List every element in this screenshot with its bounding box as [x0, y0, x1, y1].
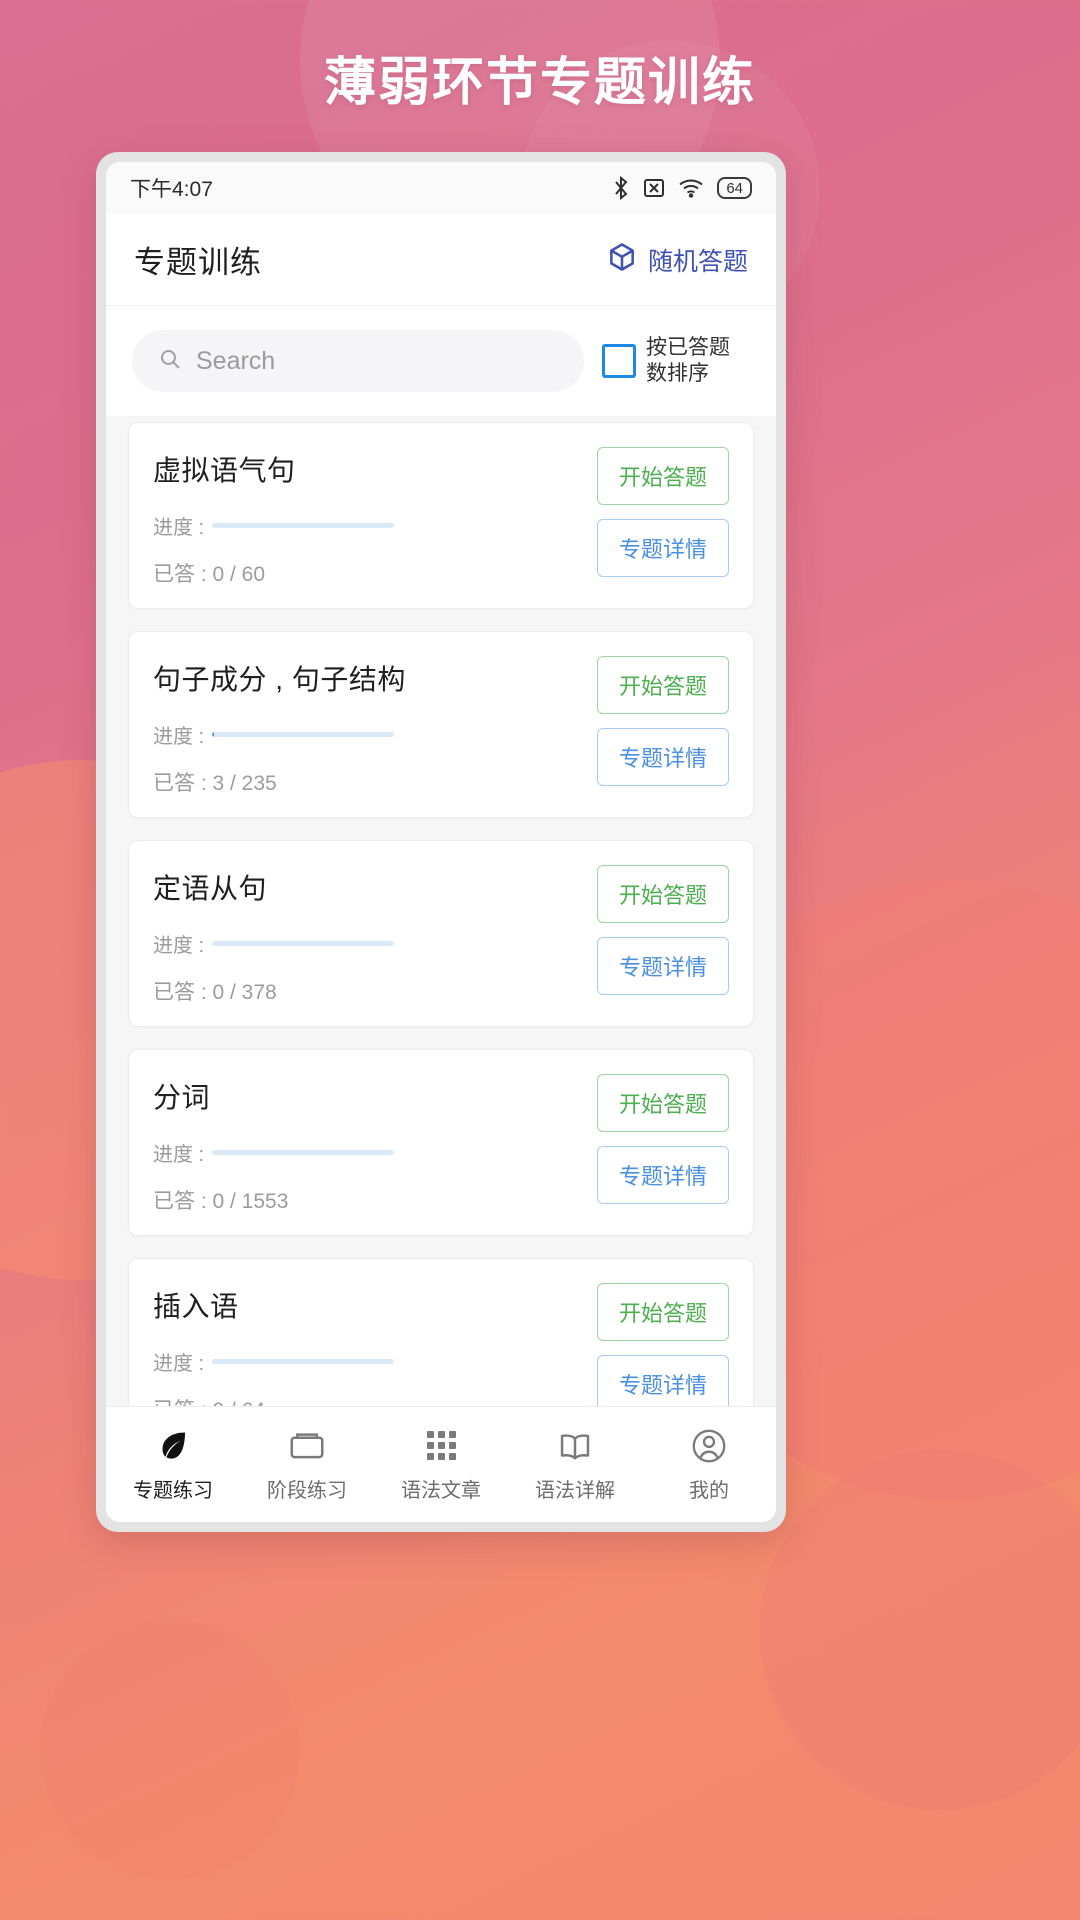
topic-answered-count: 已答 : 3 / 235 — [153, 772, 277, 795]
nav-item-语法文章[interactable]: 语法文章 — [374, 1427, 508, 1503]
topic-list[interactable]: 虚拟语气句 进度 : 已答 : 0 / 60 开始答题 专题详情 句子成分 , 句子结构进… — [106, 416, 776, 1406]
nav-item-语法详解[interactable]: 语法详解 — [508, 1427, 642, 1503]
progress-label: 进度 : — [153, 517, 205, 539]
start-quiz-button[interactable]: 开始答题 — [597, 1283, 729, 1341]
topic-title: 分词 — [153, 1082, 211, 1113]
topic-card[interactable]: 句子成分 , 句子结构进度 : 已答 : 3 / 235 开始答题专题详情 — [128, 631, 754, 818]
topic-card-actions: 开始答题 专题详情 — [597, 654, 729, 786]
search-input[interactable]: Search — [132, 330, 584, 392]
banner-title: 薄弱环节专题训练 — [323, 54, 756, 112]
topic-card[interactable]: 分词进度 : 已答 : 0 / 1553 开始答题专题详情 — [128, 1049, 754, 1236]
progress-bar — [212, 523, 395, 528]
start-quiz-button[interactable]: 开始答题 — [597, 1074, 729, 1132]
topic-answered-count: 已答 : 0 / 64 — [153, 1394, 597, 1406]
topic-card[interactable]: 虚拟语气句进度 : 已答 : 0 / 60 开始答题专题详情 — [128, 422, 754, 609]
book-icon — [557, 1427, 593, 1465]
topic-answered-count: 已答 : 0 / 60 — [153, 563, 266, 586]
nav-item-我的[interactable]: 我的 — [642, 1427, 776, 1503]
status-icon-group: 64 — [612, 176, 752, 200]
page-title: 专题训练 — [134, 245, 262, 280]
search-icon — [158, 347, 182, 376]
topic-card-actions: 开始答题 专题详情 — [597, 445, 729, 577]
topic-detail-button[interactable]: 专题详情 — [597, 1146, 729, 1204]
phone-frame: 下午4:07 64 专题训练 随机答题 Search 按已答题数排序 虚拟语气句… — [96, 152, 786, 1532]
topic-answered-count: 已答 : 0 / 1553 — [153, 1190, 289, 1213]
topic-card-actions: 开始答题 专题详情 — [597, 863, 729, 995]
grid-dots — [426, 1431, 456, 1460]
topic-progress-row: 进度 : — [153, 1347, 597, 1376]
topic-title: 插入语 — [153, 1291, 239, 1322]
nav-label: 阶段练习 — [267, 1479, 347, 1502]
grid-icon — [426, 1427, 456, 1465]
topic-detail-button[interactable]: 专题详情 — [597, 728, 729, 786]
topic-progress-row: 进度 : — [153, 720, 597, 749]
progress-label: 进度 : — [153, 935, 205, 957]
app-header: 专题训练 随机答题 — [106, 214, 776, 306]
topic-card-main: 定语从句进度 : 已答 : 0 / 378 — [153, 863, 597, 1006]
progress-label: 进度 : — [153, 1144, 205, 1166]
wifi-icon — [678, 178, 704, 198]
nav-label: 语法详解 — [535, 1479, 615, 1502]
nav-label: 专题练习 — [133, 1479, 213, 1502]
topic-detail-button[interactable]: 专题详情 — [597, 519, 729, 577]
cards-icon — [289, 1427, 325, 1465]
status-time: 下午4:07 — [130, 178, 213, 201]
status-bar: 下午4:07 64 — [106, 162, 776, 214]
sort-by-answered-toggle[interactable]: 按已答题数排序 — [602, 335, 750, 386]
sort-checkbox[interactable] — [602, 344, 636, 378]
topic-card-main: 虚拟语气句进度 : 已答 : 0 / 60 — [153, 445, 597, 588]
topic-card-actions: 开始答题 专题详情 — [597, 1281, 729, 1406]
nav-item-阶段练习[interactable]: 阶段练习 — [240, 1427, 374, 1503]
start-quiz-button[interactable]: 开始答题 — [597, 656, 729, 714]
progress-label: 进度 : — [153, 726, 205, 748]
progress-bar — [212, 732, 395, 737]
topic-progress-row: 进度 : — [153, 929, 597, 958]
bottom-navigation: 专题练习 阶段练习 语法文章 语法详解 我的 — [106, 1406, 776, 1522]
start-quiz-button[interactable]: 开始答题 — [597, 447, 729, 505]
topic-card-main: 插入语进度 : 已答 : 0 / 64 — [153, 1281, 597, 1406]
start-quiz-button[interactable]: 开始答题 — [597, 865, 729, 923]
nav-label: 语法文章 — [401, 1479, 481, 1502]
topic-detail-button[interactable]: 专题详情 — [597, 1355, 729, 1406]
progress-bar — [212, 1150, 395, 1155]
progress-bar — [212, 941, 395, 946]
topic-card[interactable]: 插入语进度 :已答 : 0 / 64开始答题专题详情 — [128, 1258, 754, 1406]
topic-card-actions: 开始答题 专题详情 — [597, 1072, 729, 1204]
topic-card-main: 分词进度 : 已答 : 0 / 1553 — [153, 1072, 597, 1215]
nav-item-专题练习[interactable]: 专题练习 — [106, 1427, 240, 1503]
leaf-icon — [155, 1427, 191, 1465]
progress-fill — [212, 732, 215, 737]
cube-icon — [606, 241, 638, 278]
topic-progress-row: 进度 : — [153, 511, 597, 540]
search-row: Search 按已答题数排序 — [106, 306, 776, 416]
phone-screen: 下午4:07 64 专题训练 随机答题 Search 按已答题数排序 虚拟语气句… — [106, 162, 776, 1522]
topic-card-main: 句子成分 , 句子结构进度 : 已答 : 3 / 235 — [153, 654, 597, 797]
search-placeholder: Search — [196, 346, 276, 375]
decor-blob-5 — [760, 1450, 1080, 1810]
random-quiz-label: 随机答题 — [647, 247, 748, 276]
nav-label: 我的 — [689, 1479, 729, 1502]
topic-title: 虚拟语气句 — [153, 455, 296, 486]
topic-answered-count: 已答 : 0 / 378 — [153, 981, 277, 1004]
battery-indicator: 64 — [717, 177, 752, 199]
topic-card[interactable]: 定语从句进度 : 已答 : 0 / 378 开始答题专题详情 — [128, 840, 754, 1027]
topic-progress-row: 进度 : — [153, 1138, 597, 1167]
sort-label: 按已答题数排序 — [646, 336, 730, 385]
no-sim-icon — [643, 177, 665, 199]
progress-label: 进度 : — [153, 1353, 205, 1375]
decor-blob-6 — [40, 1620, 300, 1880]
random-quiz-button[interactable]: 随机答题 — [606, 241, 748, 278]
progress-bar — [212, 1359, 395, 1364]
topic-detail-button[interactable]: 专题详情 — [597, 937, 729, 995]
topic-title: 句子成分 , 句子结构 — [153, 664, 406, 695]
topic-title: 定语从句 — [153, 873, 268, 904]
user-icon — [691, 1427, 727, 1465]
bluetooth-icon — [612, 176, 630, 200]
